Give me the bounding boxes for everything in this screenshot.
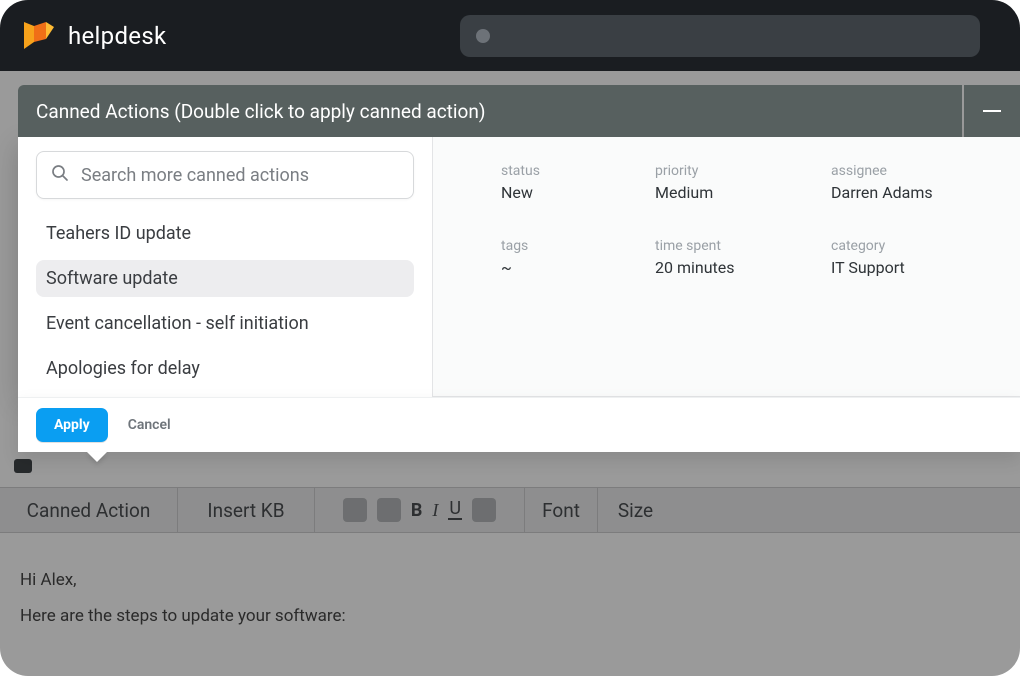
meta-value: New [501,183,655,202]
format-slot-icon-2[interactable] [377,498,401,522]
meta-time-spent: time spent 20 minutes [655,238,831,277]
app-header: helpdesk [0,0,1020,71]
bold-button[interactable]: B [411,500,423,521]
canned-actions-list-panel: Teahers ID update Software update Event … [18,137,433,397]
caret-down-icon [87,452,107,462]
font-button[interactable]: Font [525,488,598,532]
meta-label: time spent [655,238,831,254]
apply-button[interactable]: Apply [36,408,108,442]
format-slot-icon-3[interactable] [472,498,496,522]
flyout-title: Canned Actions (Double click to apply ca… [18,85,962,137]
insert-kb-button[interactable]: Insert KB [178,488,315,532]
format-slot-icon-1[interactable] [343,498,367,522]
canned-search[interactable] [36,151,414,199]
flyout-header: Canned Actions (Double click to apply ca… [18,85,1020,137]
meta-value: 20 minutes [655,258,831,277]
meta-value: Medium [655,183,831,202]
meta-label: category [831,238,1002,254]
canned-actions-flyout: Canned Actions (Double click to apply ca… [18,85,1020,452]
global-search[interactable] [460,15,980,57]
editor-line: Here are the steps to update your softwa… [20,599,1000,635]
search-placeholder-dot-icon [476,29,490,43]
meta-label: tags [501,238,655,254]
italic-button[interactable]: I [432,500,438,521]
meta-label: assignee [831,163,1002,179]
canned-action-item[interactable]: Software update [36,260,414,297]
meta-category: category IT Support [831,238,1002,277]
meta-assignee: assignee Darren Adams [831,163,1002,202]
cancel-button[interactable]: Cancel [128,417,171,433]
meta-status: status New [501,163,655,202]
meta-value: Darren Adams [831,183,1002,202]
underline-button[interactable]: U [448,500,462,520]
canned-action-item[interactable]: Apologies for delay [36,350,414,387]
meta-label: priority [655,163,831,179]
ticket-meta-panel: status New priority Medium assignee Darr… [433,137,1020,397]
canned-action-item[interactable]: Event cancellation - self initiation [36,305,414,342]
canned-action-button[interactable]: Canned Action [0,488,178,532]
brand-name: helpdesk [68,22,166,50]
canned-action-item[interactable]: Teahers ID update [36,215,414,252]
meta-value: ~ [501,258,655,277]
meta-tags: tags ~ [501,238,655,277]
canned-search-input[interactable] [81,165,399,186]
editor-toolbar: Canned Action Insert KB B I U Font Size [0,487,1020,533]
minimize-button[interactable] [964,85,1020,137]
editor-line: Hi Alex, [20,563,1000,599]
meta-value: IT Support [831,258,1002,277]
minus-icon [983,110,1001,112]
collapsed-panel-handle [14,459,32,473]
size-button[interactable]: Size [598,488,673,532]
editor-content[interactable]: Hi Alex, Here are the steps to update yo… [0,533,1020,676]
canned-action-list: Teahers ID update Software update Event … [36,215,414,387]
format-group: B I U [315,488,525,532]
logo-icon [24,22,54,50]
search-icon [51,164,69,186]
meta-priority: priority Medium [655,163,831,202]
flyout-footer: Apply Cancel [18,397,1020,452]
meta-label: status [501,163,655,179]
